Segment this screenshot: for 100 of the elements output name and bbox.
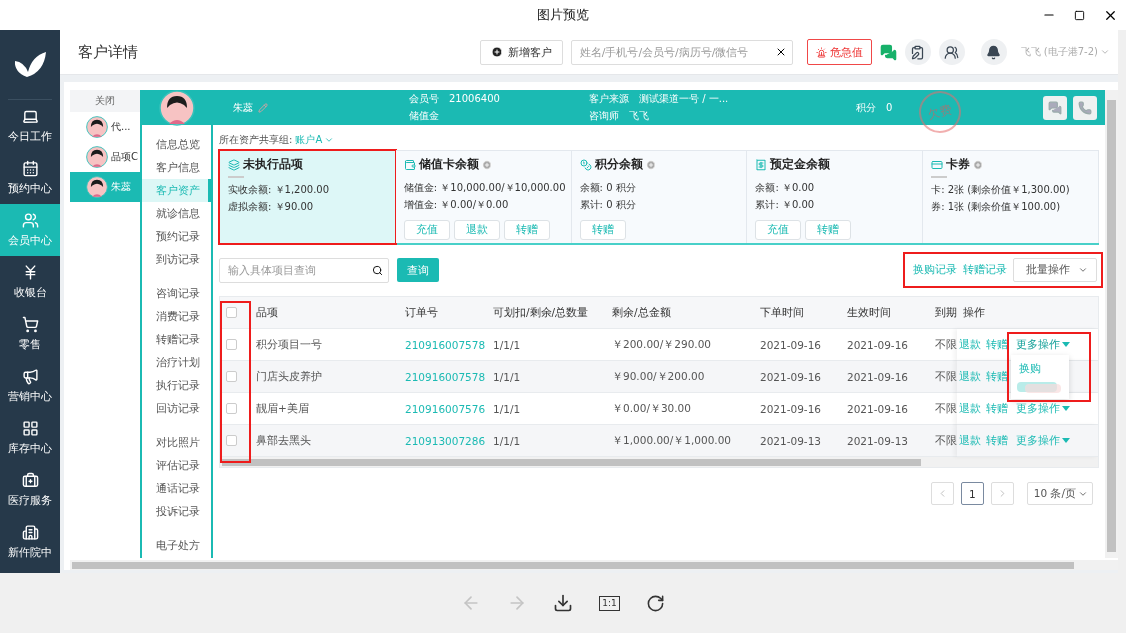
customer-field: 咨询师 飞飞 [589,109,856,123]
actual-size-button[interactable]: 1:1 [599,595,620,611]
clipboard-icon[interactable] [904,39,931,65]
nav-item[interactable]: 预约中心 [0,152,60,204]
nav-item[interactable]: 医疗服务 [0,464,60,516]
page-title: 客户详情 [78,42,139,62]
nav-item[interactable]: 新仵院中 [0,516,60,568]
balance-card[interactable]: 储值卡余额 储值金: ￥10,000.00/￥10,000.00 增值金: ￥0.00/￥0.00 充值 退款 转赠 [395,150,572,243]
table-cell: ￥90.00/￥200.00 [606,361,754,393]
section-link[interactable]: 通话记录 [142,477,211,500]
vertical-scrollbar[interactable] [1105,90,1118,558]
section-link[interactable]: 对比照片 [142,431,211,454]
horizontal-scrollbar[interactable] [220,457,1098,467]
previous-page-button[interactable] [930,482,954,505]
search-icon[interactable] [372,264,383,276]
card-title: 卡券 [946,157,971,172]
balance-line: 券: 1张 (剩余价值￥100.00) [931,200,1062,214]
plus-icon[interactable] [973,159,984,170]
nav-item[interactable]: 收银台 [0,256,60,308]
users-icon [21,212,39,229]
section-link[interactable]: 投诉记录 [142,500,211,523]
balance-card[interactable]: 积分余额 余额: 0 积分 累计: 0 积分 转赠 [571,150,748,243]
avatar-icon [86,116,108,138]
row-checkbox[interactable] [226,339,237,350]
batch-operation-select[interactable]: 批量操作 [1013,258,1097,282]
section-link[interactable]: 客户信息 [142,156,211,179]
query-field[interactable]: 输入具体项目查询 [219,257,389,283]
column-header: 可划扣/剩余/总数量 [487,297,606,329]
column-header: 操作 [957,297,1098,329]
search-field[interactable]: 姓名/手机号/会员号/病历号/微信号 [570,39,793,65]
column-header: 到期 [929,297,957,329]
section-link[interactable]: 转赠记录 [142,328,211,351]
caret-icon [1062,406,1070,411]
table-cell: 2021-09-13 [841,425,929,457]
plus-icon[interactable] [645,159,656,170]
customer-tab[interactable]: 代... [70,112,140,142]
table-cell: 不限 [929,361,957,393]
balance-line: 余额: 0 积分 [579,181,637,195]
nav-item[interactable]: 营销中心 [0,360,60,412]
page-button[interactable]: 1 [960,482,984,505]
section-link[interactable]: 预约记录 [142,225,211,248]
section-link[interactable]: 到访记录 [142,248,211,271]
nav-item[interactable]: 今日工作 [0,100,60,152]
column-header: 订单号 [399,297,487,329]
plus-icon[interactable] [481,159,492,170]
rotate-button[interactable] [645,593,665,613]
section-link[interactable]: 电子处方 [142,534,211,557]
row-checkbox[interactable] [226,403,237,414]
section-link[interactable]: 治疗计划 [142,351,211,374]
share-group-label: 所在资产共享组: [219,133,293,147]
card-icon [931,158,944,171]
chevron-down-icon [1078,265,1088,275]
section-link[interactable]: 就诊信息 [142,202,211,225]
section-link[interactable]: 咨询记录 [142,282,211,305]
select-all-checkbox[interactable] [226,307,237,318]
caret-icon [1062,438,1070,443]
table-cell: 2021-09-16 [841,361,929,393]
megaphone-icon [21,368,39,385]
chat-button[interactable] [1043,95,1067,120]
balance-card[interactable]: 卡券 卡: 2张 (剩余价值￥1,300.00) 券: 1张 (剩余价值￥100.00) [923,150,1099,243]
table-cell: 门店头皮养护 [250,361,399,393]
next-page-button[interactable] [990,482,1014,505]
chevron-down-icon [324,135,335,145]
chat-icon[interactable] [879,43,897,61]
close-tab[interactable]: 关闭 [70,90,140,112]
balance-line: 累计: ￥0.00 [755,198,816,212]
card-title: 储值卡余额 [418,157,479,172]
balance-line: 储值金: ￥10,000.00/￥10,000.00 [403,181,563,195]
table-cell: 1/1/1 [487,425,606,457]
column-header: 生效时间 [841,297,929,329]
balance-line: 虚拟余额: ￥90.00 [228,200,315,214]
users-icon[interactable] [938,39,965,65]
customer-tab[interactable]: 品项C [70,142,140,172]
phone-button[interactable] [1073,95,1097,120]
page-size-select[interactable]: 10 条/页 [1026,482,1093,505]
customer-field: 会员号 21006400 [409,92,589,106]
balance-card[interactable]: 未执行品项 实收余额: ￥1,200.00 虚拟余额: ￥90.00 [219,150,396,243]
section-link[interactable]: 回访记录 [142,397,211,420]
laptop-icon [21,108,39,125]
maximize-icon[interactable] [1074,9,1085,21]
alert-button[interactable]: 危急值 [806,39,872,65]
row-checkbox[interactable] [226,435,237,446]
nav-item[interactable]: 库存中心 [0,412,60,464]
bell-icon[interactable] [980,39,1007,65]
download-button[interactable] [553,593,574,613]
wallet-icon [403,158,416,171]
section-link[interactable]: 执行记录 [142,374,211,397]
balance-line: 累计: 0 积分 [579,198,637,212]
nav-item[interactable]: 零售 [0,308,60,360]
chevron-down-icon [1100,47,1110,57]
new-customer-button[interactable]: 新增客户 [479,39,563,65]
section-link[interactable]: 评估记录 [142,454,211,477]
table-cell: 2021-09-13 [754,425,841,457]
coins-icon [579,158,592,171]
page-scrollbar[interactable] [70,560,1118,570]
card-title: 积分余额 [594,157,643,172]
row-checkbox[interactable] [226,371,237,382]
section-link[interactable]: 消费记录 [142,305,211,328]
section-link[interactable]: 信息总览 [142,133,211,156]
calendar-icon [21,160,39,177]
